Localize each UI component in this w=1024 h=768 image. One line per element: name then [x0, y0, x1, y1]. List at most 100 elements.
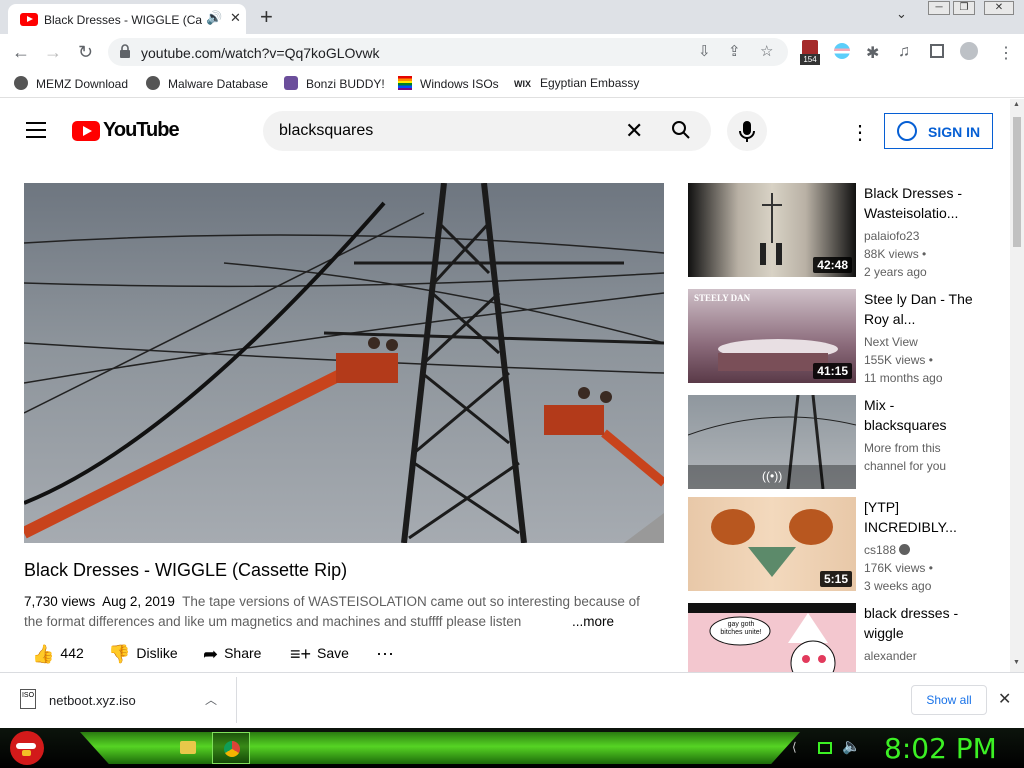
address-bar[interactable]: youtube.com/watch?v=Qq7koGLOvwk ⇩ ⇪ ☆ [108, 38, 788, 66]
forward-arrow-icon[interactable]: → [44, 42, 62, 63]
thumbnail-band-text: STEELY DAN [694, 293, 751, 303]
iso-file-icon: ISO [20, 689, 36, 709]
side-panel-icon[interactable] [930, 44, 944, 58]
chrome-menu-icon[interactable]: ⋮ [998, 43, 1014, 63]
thumbs-down-icon: 👎 [108, 644, 131, 664]
tray-expand-icon[interactable]: ⟨ [792, 740, 797, 754]
thumbnail: gay goth bitches unite! [688, 603, 856, 672]
file-explorer-icon[interactable] [180, 741, 196, 754]
view-count: 176K views • [864, 561, 933, 575]
settings-kebab-icon[interactable]: ⋮ [850, 120, 870, 145]
thumbs-up-icon: 👍 [32, 644, 55, 664]
thumbnail: STEELY DAN 41:15 [688, 289, 856, 383]
recommendation-item[interactable]: 5:15 [YTP] INCREDIBLY... cs188 176K view… [688, 497, 998, 593]
view-count: 88K views • [864, 247, 927, 261]
wix-icon: WIX [514, 79, 531, 89]
globe-icon [146, 76, 160, 90]
share-arrow-icon: ➦ [203, 644, 219, 664]
playlist-add-icon: ≡+ [290, 644, 312, 664]
microphone-icon [739, 121, 755, 142]
bookmark-malware-database[interactable]: Malware Database [146, 76, 268, 91]
tab-close-icon[interactable]: ✕ [230, 10, 241, 26]
bookmark-star-icon[interactable]: ☆ [760, 42, 773, 60]
account-circle-icon [897, 121, 917, 141]
mix-radio-icon: ((•)) [762, 469, 783, 483]
mix-subtitle: More from this [864, 441, 941, 455]
search-query-text: blacksquares [279, 122, 374, 139]
hamburger-menu-icon[interactable] [26, 122, 46, 138]
channel-name: Next View [864, 335, 918, 349]
channel-name: palaiofo23 [864, 229, 920, 243]
recommendation-title: black dresses - wiggle [864, 605, 959, 641]
extension-badge: 154 [800, 54, 820, 65]
page-scrollbar[interactable]: ▲ ▼ [1010, 99, 1024, 672]
recommendation-title: Black Dresses - Wasteisolatio... [864, 185, 963, 221]
reload-icon[interactable]: ↻ [78, 42, 93, 63]
share-button[interactable]: ➦ Share [203, 644, 261, 665]
close-window-button[interactable]: ✕ [984, 1, 1014, 15]
duration-badge: 42:48 [813, 257, 852, 273]
close-download-shelf-icon[interactable]: ✕ [998, 689, 1011, 709]
upload-age: 2 years ago [864, 265, 927, 279]
taskbar-clock[interactable]: 8:02 PM [884, 732, 997, 765]
video-player[interactable] [24, 183, 664, 543]
volume-icon[interactable]: 🔈 [842, 737, 861, 755]
upload-age: 11 months ago [864, 371, 943, 385]
duration-badge: 5:15 [819, 571, 852, 587]
recommendation-item[interactable]: STEELY DAN 41:15 Stee ly Dan - The Roy a… [688, 289, 998, 385]
like-button[interactable]: 👍 442 [32, 644, 84, 665]
verified-badge-icon [899, 544, 911, 555]
scroll-up-arrow-icon[interactable]: ▲ [1013, 101, 1020, 108]
pride-extension-icon[interactable] [834, 43, 850, 59]
restore-button[interactable]: ❐ [953, 1, 975, 15]
voice-search-button[interactable] [727, 111, 767, 151]
recommendation-item[interactable]: ((•)) Mix - blacksquares More from this … [688, 395, 998, 489]
browser-tab-active[interactable]: Black Dresses - WIGGLE (Cassette Rip) - … [8, 4, 246, 34]
tab-search-chevron-icon[interactable]: ⌄ [896, 6, 907, 22]
recommendation-item[interactable]: 42:48 Black Dresses - Wasteisolatio... p… [688, 183, 998, 279]
sign-in-button[interactable]: SIGN IN [884, 113, 993, 149]
scroll-down-arrow-icon[interactable]: ▼ [1013, 659, 1020, 666]
mix-subtitle-2: channel for you [864, 459, 947, 473]
upload-date: Aug 2, 2019 [102, 594, 175, 609]
minimize-button[interactable]: ─ [928, 1, 950, 15]
thumbnail-speech-text: gay goth bitches unite! [720, 621, 762, 636]
profile-avatar[interactable] [960, 42, 978, 60]
bookmark-windows-isos[interactable]: Windows ISOs [398, 76, 499, 91]
download-options-chevron-icon[interactable]: ︿ [205, 691, 217, 708]
back-arrow-icon[interactable]: ← [12, 42, 30, 63]
search-input[interactable]: blacksquares ✕ [263, 111, 711, 151]
clear-search-icon[interactable]: ✕ [625, 118, 643, 144]
duration-badge: 41:15 [813, 363, 852, 379]
lock-icon [120, 44, 130, 58]
save-button[interactable]: ≡+ Save [290, 644, 349, 665]
tab-audio-icon[interactable]: 🔊 [206, 10, 222, 26]
start-button-angry-bird-icon[interactable] [10, 731, 44, 765]
network-icon[interactable] [818, 742, 832, 754]
download-filename[interactable]: netboot.xyz.iso [49, 693, 136, 708]
thumbnail: 42:48 [688, 183, 856, 277]
more-actions-icon[interactable]: ⋯ [376, 644, 394, 665]
install-app-icon[interactable]: ⇩ [698, 42, 711, 60]
bookmark-egyptian-embassy[interactable]: WIX Egyptian Embassy [514, 76, 639, 93]
rainbow-flag-icon [398, 76, 412, 90]
bookmark-memz[interactable]: MEMZ Download [14, 76, 128, 91]
bookmark-bonzi-buddy[interactable]: Bonzi BUDDY! [284, 76, 385, 91]
search-icon[interactable] [671, 120, 691, 140]
dislike-button[interactable]: 👎 Dislike [108, 644, 178, 665]
new-tab-button[interactable]: + [260, 4, 273, 30]
show-more-link[interactable]: ...more [568, 612, 615, 632]
share-icon[interactable]: ⇪ [728, 42, 741, 60]
youtube-wordmark[interactable]: YouTube [103, 119, 180, 142]
video-description[interactable]: 7,730 views Aug 2, 2019 The tape version… [24, 592, 654, 632]
scrollbar-thumb[interactable] [1013, 117, 1021, 247]
divider [236, 677, 237, 723]
show-all-downloads-button[interactable]: Show all [911, 685, 987, 715]
extensions-puzzle-icon[interactable]: ✱ [866, 43, 879, 63]
upload-age: 3 weeks ago [864, 579, 932, 593]
youtube-favicon-icon [20, 13, 38, 26]
media-control-icon[interactable]: ♫ [898, 43, 910, 61]
chrome-taskbar-button[interactable] [212, 732, 250, 764]
youtube-logo-icon[interactable] [72, 121, 100, 141]
recommendation-item[interactable]: gay goth bitches unite! black dresses - … [688, 603, 998, 672]
